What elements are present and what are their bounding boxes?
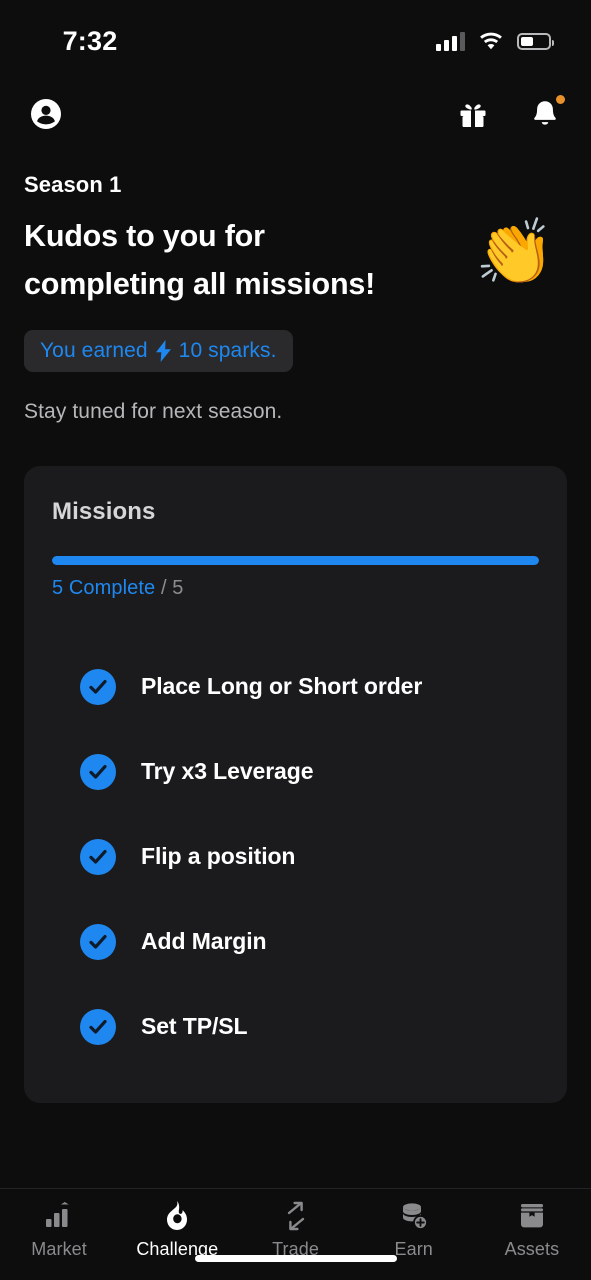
missions-card-title: Missions [52, 498, 156, 526]
headline-line-1: Kudos to you for [24, 219, 265, 253]
mission-label: Flip a position [141, 843, 296, 870]
mission-label: Try x3 Leverage [141, 758, 314, 785]
progress-label: 5 Complete / 5 [52, 577, 539, 600]
app-screen: 7:32 Season 1 Kudos to you for completin… [0, 0, 591, 1280]
clapping-hands-emoji: 👏 [475, 216, 555, 288]
bar-chart-arrow-icon [44, 1201, 74, 1231]
check-icon [80, 838, 116, 875]
list-item[interactable]: Add Margin [52, 899, 539, 984]
bottom-tab-bar: Market Challenge Trade Earn Assets [0, 1188, 591, 1280]
lightning-bolt-icon [155, 340, 172, 363]
tab-earn[interactable]: Earn [355, 1201, 473, 1260]
hero-section: Season 1 Kudos to you for completing all… [0, 150, 591, 424]
tab-market[interactable]: Market [0, 1201, 118, 1260]
status-time: 7:32 [62, 25, 118, 56]
season-label: Season 1 [24, 172, 122, 197]
mission-label: Set TP/SL [141, 1013, 248, 1040]
header-actions [455, 95, 565, 132]
home-indicator [194, 1255, 397, 1262]
mission-label: Place Long or Short order [141, 673, 423, 700]
sparks-earned-badge: You earned 10 sparks. [24, 330, 293, 373]
account-circle-icon[interactable] [28, 96, 64, 132]
sparks-badge-prefix: You earned [40, 339, 148, 363]
missions-card: Missions 5 Complete / 5 Place Long or Sh… [24, 466, 567, 1104]
tab-label: Earn [394, 1239, 433, 1259]
progress-done-count: 5 Complete [52, 577, 156, 600]
list-item[interactable]: Place Long or Short order [52, 644, 539, 729]
tab-assets[interactable]: Assets [473, 1201, 591, 1260]
missions-progress: 5 Complete / 5 [52, 556, 539, 600]
battery-icon [517, 32, 554, 50]
tab-challenge[interactable]: Challenge [118, 1201, 236, 1260]
list-item[interactable]: Set TP/SL [52, 984, 539, 1069]
progress-fill [52, 556, 539, 566]
gift-icon[interactable] [455, 96, 491, 132]
tab-label: Market [31, 1239, 87, 1259]
mission-list: Place Long or Short order Try x3 Leverag… [52, 644, 539, 1069]
flame-icon [163, 1201, 191, 1231]
list-item[interactable]: Try x3 Leverage [52, 729, 539, 814]
tab-label: Assets [504, 1239, 560, 1259]
tab-trade[interactable]: Trade [236, 1201, 354, 1260]
chest-box-icon [517, 1201, 547, 1231]
list-item[interactable]: Flip a position [52, 814, 539, 899]
check-icon [80, 923, 116, 960]
wifi-icon [479, 32, 503, 51]
status-indicators [436, 27, 554, 51]
page-title: Kudos to you for completing all missions… [24, 212, 375, 308]
status-bar: 7:32 [0, 0, 591, 78]
hero-headline-row: Kudos to you for completing all missions… [24, 198, 567, 308]
mission-label: Add Margin [141, 928, 267, 955]
headline-line-2: completing all missions! [24, 267, 376, 302]
app-header [0, 78, 591, 150]
check-icon [80, 1008, 116, 1045]
signal-bars-icon [436, 31, 465, 51]
progress-track [52, 556, 539, 566]
check-icon [80, 668, 116, 705]
season-subnote: Stay tuned for next season. [24, 400, 283, 424]
notification-badge-dot [556, 95, 565, 104]
coin-stack-plus-icon [399, 1201, 429, 1231]
bell-icon[interactable] [527, 95, 565, 132]
progress-total-count: / 5 [160, 577, 184, 600]
sparks-badge-value: 10 sparks. [178, 339, 277, 363]
exchange-arrows-icon [281, 1201, 311, 1231]
check-icon [80, 753, 116, 790]
